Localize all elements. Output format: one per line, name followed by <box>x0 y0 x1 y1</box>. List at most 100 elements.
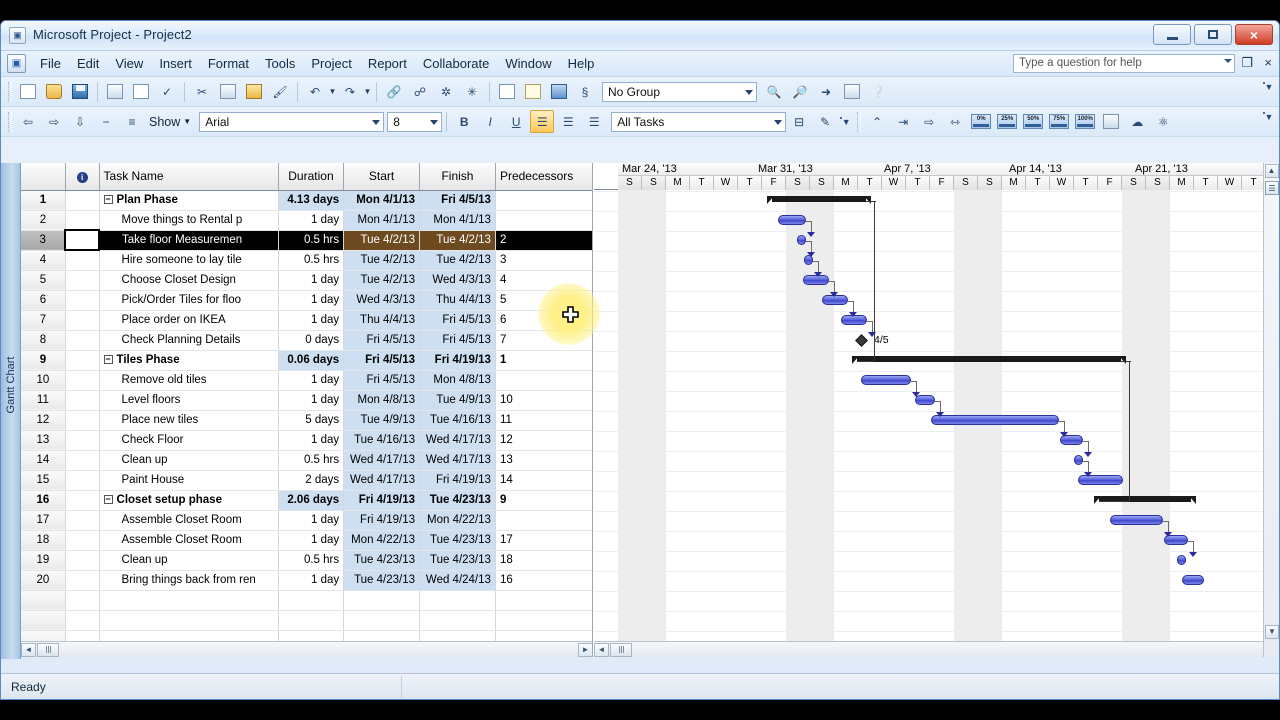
finish-cell[interactable]: Tue 4/23/13 <box>420 490 496 510</box>
duration-cell[interactable]: 1 day <box>278 390 343 410</box>
task-name-cell[interactable]: −Plan Phase <box>99 190 278 210</box>
table-row[interactable]: 12Place new tiles5 daysTue 4/9/13Tue 4/1… <box>21 410 593 430</box>
table-row[interactable]: 10Remove old tiles1 dayFri 4/5/13Mon 4/8… <box>21 370 593 390</box>
duration-cell[interactable]: 0.5 hrs <box>278 250 343 270</box>
print-preview-icon[interactable] <box>129 80 153 103</box>
finish-cell[interactable]: Fri 4/5/13 <box>420 310 496 330</box>
task-name-cell[interactable]: Level floors <box>99 390 278 410</box>
finish-cell[interactable]: Mon 4/8/13 <box>420 370 496 390</box>
task-bar[interactable] <box>1074 455 1083 465</box>
undo-dropdown-icon[interactable]: ▼ <box>328 87 337 96</box>
row-id-cell[interactable]: 20 <box>21 570 65 590</box>
row-indicator-cell[interactable] <box>65 510 99 530</box>
outline-symbols-icon[interactable]: ≡ <box>120 110 144 133</box>
empty-cell[interactable] <box>420 610 496 630</box>
finish-cell[interactable]: Tue 4/23/13 <box>420 550 496 570</box>
row-id-cell[interactable]: 9 <box>21 350 65 370</box>
resources-icon[interactable]: ☁ <box>1125 110 1149 133</box>
task-name-cell[interactable]: Bring things back from ren <box>99 570 278 590</box>
start-cell[interactable]: Fri 4/5/13 <box>344 350 420 370</box>
task-name-cell[interactable]: Move things to Rental p <box>99 210 278 230</box>
duration-cell[interactable]: 1 day <box>278 290 343 310</box>
predecessors-cell[interactable]: 13 <box>495 450 592 470</box>
task-name-cell[interactable]: Assemble Closet Room <box>99 510 278 530</box>
duration-cell[interactable]: 4.13 days <box>278 190 343 210</box>
menu-project[interactable]: Project <box>303 53 359 74</box>
chart-horizontal-scrollbar[interactable]: ◄ <box>594 641 1263 657</box>
start-cell[interactable]: Mon 4/8/13 <box>344 390 420 410</box>
task-name-cell[interactable]: Take floor Measuremen <box>99 230 278 250</box>
predecessors-cell[interactable]: 7 <box>495 330 592 350</box>
help-icon[interactable]: ❔ <box>866 80 890 103</box>
finish-cell[interactable]: Tue 4/23/13 <box>420 530 496 550</box>
duration-cell[interactable]: 0.5 hrs <box>278 450 343 470</box>
task-name-cell[interactable]: −Tiles Phase <box>99 350 278 370</box>
task-bar[interactable] <box>1177 555 1186 565</box>
empty-cell[interactable] <box>495 590 592 610</box>
collapse-expander-icon[interactable]: − <box>104 355 113 364</box>
finish-cell[interactable]: Tue 4/9/13 <box>420 390 496 410</box>
empty-cell[interactable] <box>99 590 278 610</box>
row-id-cell[interactable]: 18 <box>21 530 65 550</box>
col-header-finish[interactable]: Finish <box>420 163 496 190</box>
predecessors-cell[interactable]: 3 <box>495 250 592 270</box>
row-id-cell[interactable]: 11 <box>21 390 65 410</box>
table-row[interactable]: 20Bring things back from ren1 dayTue 4/2… <box>21 570 593 590</box>
show-subtasks-icon[interactable]: ⇩ <box>68 110 92 133</box>
paste-icon[interactable] <box>242 80 266 103</box>
scroll-left-button[interactable]: ◄ <box>21 643 36 657</box>
predecessors-cell[interactable] <box>495 210 592 230</box>
task-name-cell[interactable]: Clean up <box>99 550 278 570</box>
finish-cell[interactable]: Mon 4/22/13 <box>420 510 496 530</box>
menu-report[interactable]: Report <box>360 53 415 74</box>
empty-cell[interactable] <box>21 590 65 610</box>
row-id-cell[interactable]: 8 <box>21 330 65 350</box>
hide-subtasks-icon[interactable]: − <box>94 110 118 133</box>
new-icon[interactable] <box>16 80 40 103</box>
task-name-cell[interactable]: Pick/Order Tiles for floo <box>99 290 278 310</box>
task-information-icon[interactable] <box>495 80 519 103</box>
filter-dropdown[interactable]: All Tasks <box>611 112 786 132</box>
empty-cell[interactable] <box>420 590 496 610</box>
start-cell[interactable]: Fri 4/19/13 <box>344 490 420 510</box>
empty-cell[interactable] <box>278 610 343 630</box>
col-header-start[interactable]: Start <box>344 163 420 190</box>
predecessors-cell[interactable]: 16 <box>495 570 592 590</box>
close-document-button[interactable]: × <box>1264 55 1272 70</box>
maximize-button[interactable] <box>1194 24 1232 45</box>
start-cell[interactable]: Mon 4/1/13 <box>344 210 420 230</box>
split-icon[interactable]: ⇿ <box>943 110 967 133</box>
table-row[interactable]: 8Check Planning Details0 daysFri 4/5/13F… <box>21 330 593 350</box>
menu-collaborate[interactable]: Collaborate <box>415 53 498 74</box>
help-search-box[interactable]: Type a question for help <box>1013 54 1235 73</box>
split-task-icon[interactable]: ✳ <box>460 80 484 103</box>
col-header-duration[interactable]: Duration <box>278 163 343 190</box>
toolbar-overflow-button[interactable]: ▼ <box>1263 82 1275 92</box>
save-icon[interactable] <box>68 80 92 103</box>
start-cell[interactable]: Fri 4/5/13 <box>344 370 420 390</box>
duration-cell[interactable]: 0.06 days <box>278 350 343 370</box>
task-name-cell[interactable]: Remove old tiles <box>99 370 278 390</box>
row-id-cell[interactable]: 4 <box>21 250 65 270</box>
row-indicator-cell[interactable] <box>65 470 99 490</box>
row-id-cell[interactable]: 7 <box>21 310 65 330</box>
undo-icon[interactable]: ↶ <box>303 80 327 103</box>
table-row-empty[interactable] <box>21 610 593 630</box>
group-dropdown[interactable]: No Group <box>602 82 757 102</box>
font-size-dropdown[interactable]: 8 <box>387 112 442 132</box>
row-id-cell[interactable]: 2 <box>21 210 65 230</box>
menu-window[interactable]: Window <box>497 53 559 74</box>
menu-view[interactable]: View <box>107 53 151 74</box>
start-cell[interactable]: Tue 4/2/13 <box>344 230 420 250</box>
task-bar[interactable] <box>1110 515 1163 525</box>
row-indicator-cell[interactable] <box>65 210 99 230</box>
predecessors-cell[interactable]: 12 <box>495 430 592 450</box>
finish-cell[interactable]: Tue 4/2/13 <box>420 250 496 270</box>
menu-insert[interactable]: Insert <box>151 53 200 74</box>
table-row[interactable]: 13Check Floor1 dayTue 4/16/13Wed 4/17/13… <box>21 430 593 450</box>
scroll-down-button[interactable]: ▼ <box>1265 625 1279 639</box>
row-indicator-cell[interactable] <box>65 230 99 250</box>
row-indicator-cell[interactable] <box>65 490 99 510</box>
summary-bar[interactable] <box>857 356 1121 362</box>
table-row[interactable]: 1−Plan Phase4.13 daysMon 4/1/13Fri 4/5/1… <box>21 190 593 210</box>
